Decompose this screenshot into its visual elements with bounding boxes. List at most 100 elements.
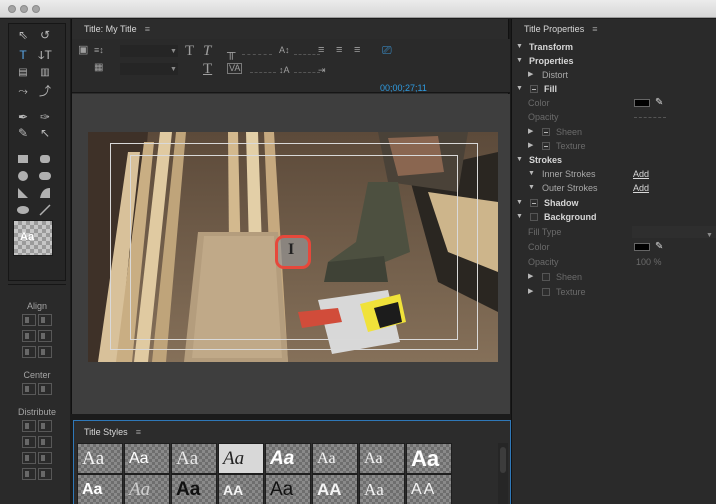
ellipse-tool-icon[interactable] [13,167,33,185]
styles-scroll-thumb[interactable] [500,447,506,473]
video-frame[interactable]: I [88,132,498,362]
panel-menu-icon[interactable]: ≡ [592,24,597,34]
align-top-icon[interactable] [38,314,52,326]
align-bottom-icon[interactable] [38,346,52,358]
zoom-window-button[interactable] [32,5,40,13]
arc-tool-icon[interactable] [35,184,55,202]
leading-icon[interactable]: ↕A [279,63,290,77]
style-swatch[interactable]: Aa [171,443,217,474]
add-anchor-point-tool-icon[interactable]: ✎ [13,124,33,142]
add-inner-stroke-link[interactable]: Add [633,167,649,181]
rounded-rectangle-tool-icon[interactable] [35,150,55,168]
show-background-video-icon[interactable]: ⎚ [382,43,392,57]
leading-value[interactable] [294,72,320,73]
distribute-right-icon[interactable] [22,452,36,464]
style-swatch[interactable]: AA [406,474,452,504]
fill-type-dropdown[interactable] [632,226,716,238]
inner-strokes-row[interactable]: ▼ Inner Strokes Add [512,167,716,181]
roll-crawl-icon[interactable]: ≡↕ [94,43,104,57]
vertical-path-type-tool-icon[interactable]: ⤴ [35,82,55,100]
panel-menu-icon[interactable]: ≡ [136,427,141,437]
fill-section[interactable]: ▼ Fill [512,82,716,96]
panel-menu-icon[interactable]: ≡ [145,24,150,34]
distribute-left-icon[interactable] [22,420,36,432]
style-swatch[interactable]: Aa [124,443,170,474]
style-swatch[interactable]: AA [312,474,358,504]
style-swatch[interactable]: Aa [124,474,170,504]
align-text-right-icon[interactable]: ≡ [354,43,360,57]
distribute-vertical-icon[interactable] [38,468,52,480]
eyedropper-icon[interactable]: ✎ [655,96,663,110]
bg-opacity-value[interactable]: 100 % [636,255,662,269]
timecode[interactable]: 00;00;27;11 [380,83,427,93]
background-section[interactable]: ▼ Background [512,210,716,224]
bold-icon[interactable]: T [185,44,194,59]
distort-section[interactable]: ▶ Distort [512,68,716,82]
bg-color-swatch[interactable] [634,243,650,251]
underline-icon[interactable]: T [203,62,212,77]
rotation-tool-icon[interactable]: ↺ [35,26,55,44]
style-swatch[interactable]: Aa [312,443,358,474]
distribute-bottom-icon[interactable] [38,452,52,464]
kerning-icon[interactable]: A↕ [279,43,290,57]
style-swatch[interactable]: Aa [171,474,217,504]
style-swatch[interactable]: Aa [265,443,311,474]
new-title-icon[interactable]: ▣ [78,43,88,57]
align-text-left-icon[interactable]: ≡ [318,43,324,57]
bg-sheen-row[interactable]: ▶ Sheen [512,270,716,284]
center-vertical-icon[interactable] [38,383,52,395]
eyedropper-icon[interactable]: ✎ [655,240,663,254]
style-swatch[interactable]: Aa [77,474,123,504]
fill-checkbox[interactable] [530,85,538,93]
bg-sheen-checkbox[interactable] [542,273,550,281]
outer-strokes-row[interactable]: ▼ Outer Strokes Add [512,181,716,195]
fill-opacity-value[interactable] [634,117,666,118]
title-properties-tab[interactable]: Title Properties ≡ [524,24,597,34]
italic-icon[interactable]: T [203,44,211,59]
style-swatch[interactable]: Aa [359,474,405,504]
close-window-button[interactable] [8,5,16,13]
sheen-checkbox[interactable] [542,128,550,136]
align-text-center-icon[interactable]: ≡ [336,43,342,57]
type-tool-icon[interactable]: T [13,46,33,64]
minimize-window-button[interactable] [20,5,28,13]
distribute-horizontal-icon[interactable] [22,468,36,480]
properties-section[interactable]: ▼ Properties [512,54,716,68]
fill-color-swatch[interactable] [634,99,650,107]
shadow-checkbox[interactable] [530,199,538,207]
kerning-value[interactable] [294,54,320,55]
style-swatch[interactable]: Aa [265,474,311,504]
align-vertical-center-icon[interactable] [38,330,52,342]
text-cursor-highlight[interactable]: I [275,235,311,269]
align-left-icon[interactable] [22,314,36,326]
transform-section[interactable]: ▼ Transform [512,40,716,54]
center-horizontal-icon[interactable] [22,383,36,395]
align-horizontal-center-icon[interactable] [22,330,36,342]
distribute-middle-icon[interactable] [38,436,52,448]
texture-row[interactable]: ▶ Texture [512,139,716,153]
style-swatch[interactable]: Aa [218,443,264,474]
selection-tool-icon[interactable]: ⇖ [13,26,33,44]
background-checkbox[interactable] [530,213,538,221]
distribute-center-icon[interactable] [22,436,36,448]
add-outer-stroke-link[interactable]: Add [633,181,649,195]
convert-anchor-point-tool-icon[interactable]: ↖ [35,124,55,142]
style-swatch[interactable]: Aa [77,443,123,474]
font-size-value[interactable] [242,54,272,55]
styles-scrollbar[interactable] [498,443,508,504]
wedge-tool-icon[interactable] [13,184,33,202]
title-styles-tab[interactable]: Title Styles ≡ [84,427,141,437]
style-swatch[interactable]: AA [218,474,264,504]
sheen-row[interactable]: ▶ Sheen [512,125,716,139]
distribute-top-icon[interactable] [38,420,52,432]
tracking-value[interactable] [250,72,276,73]
tracking-icon[interactable]: VA [227,63,243,74]
align-right-icon[interactable] [22,346,36,358]
rounded-corner-tool-icon[interactable] [35,167,55,185]
ellipse-shape-tool-icon[interactable] [13,201,33,219]
templates-icon[interactable]: ▦ [94,61,103,75]
strokes-section[interactable]: ▼ Strokes [512,153,716,167]
area-type-tool-icon[interactable]: ▤ [13,64,33,82]
title-panel-tab[interactable]: Title: My Title ≡ [84,24,150,34]
vertical-type-tool-icon[interactable]: ↆT [35,46,55,64]
